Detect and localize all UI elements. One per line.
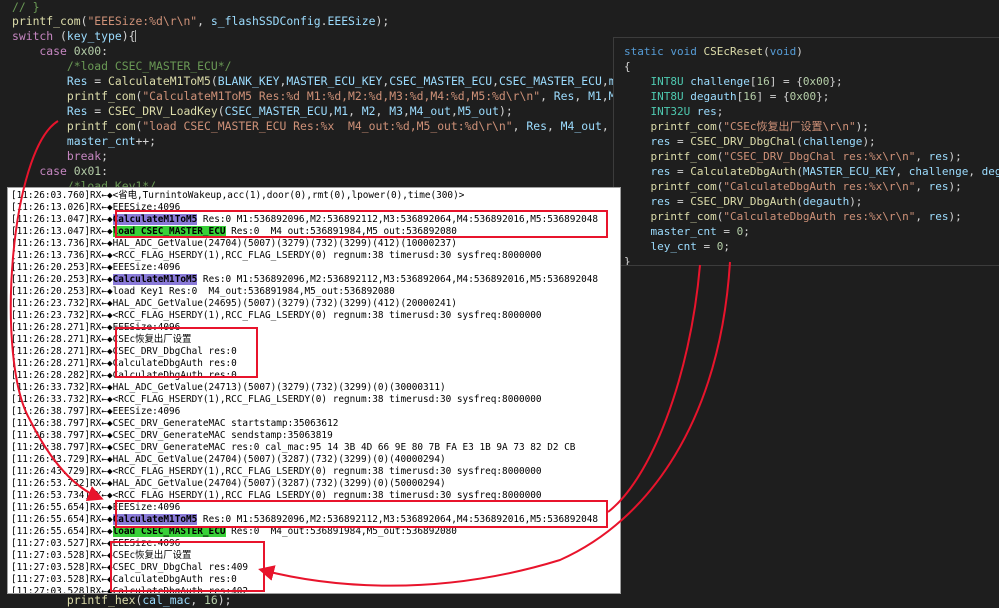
arrow-code-to-load-output	[9, 120, 104, 501]
arrow-reset-to-load-output	[607, 264, 701, 513]
arrow-reset-to-output	[258, 261, 731, 587]
annotation-arrows	[9, 120, 731, 587]
